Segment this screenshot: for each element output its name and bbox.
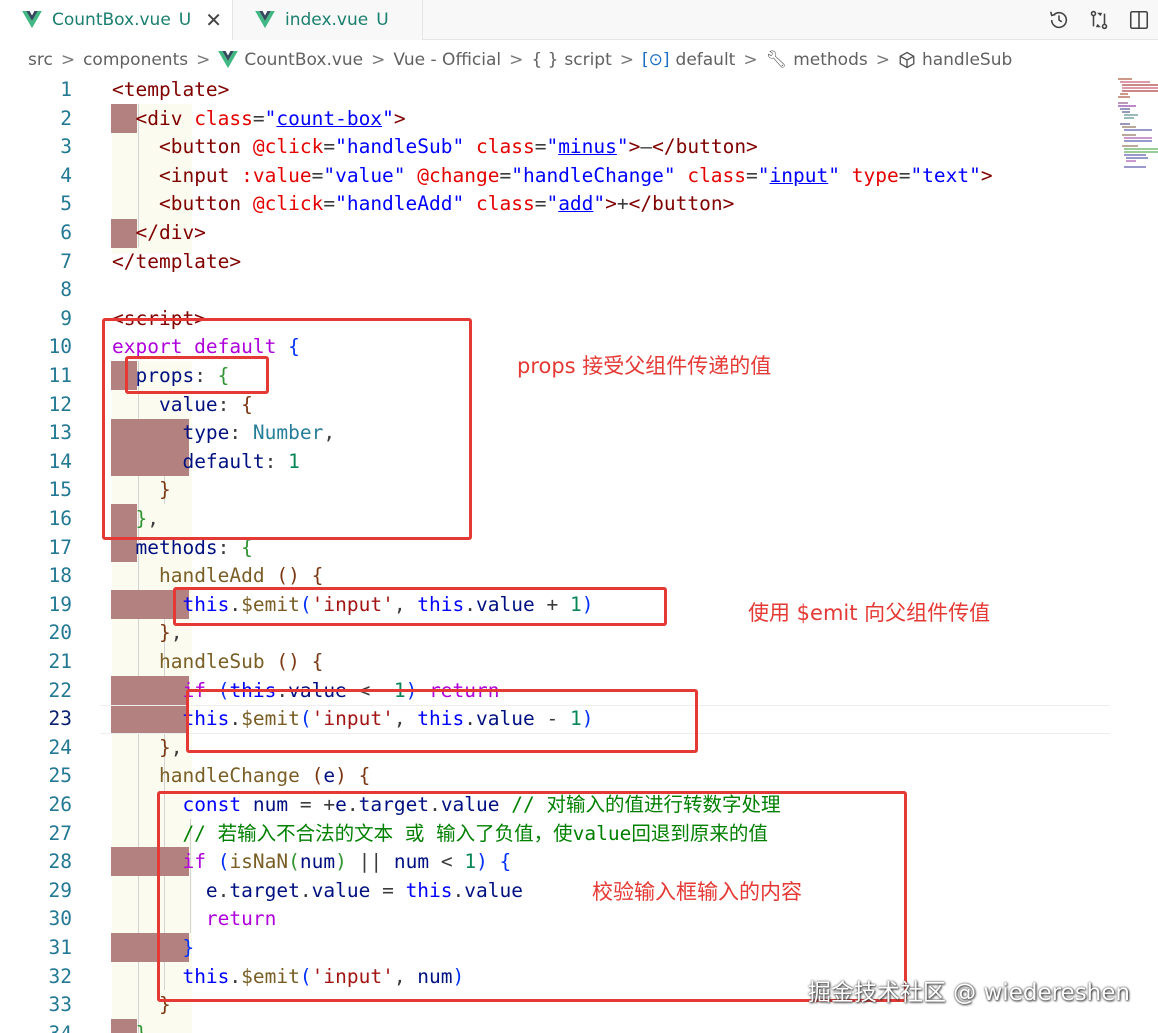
variable-icon: [⊙] [642, 50, 670, 70]
vue-file-icon [22, 11, 42, 29]
tab-label: index.vue [285, 10, 369, 30]
code-text: </template> [112, 249, 242, 273]
emit-add-annotation-box [173, 587, 667, 626]
code-line[interactable]: <input :value="value" @change="handleCha… [0, 162, 1158, 191]
untracked-status-badge: U [376, 10, 389, 30]
props-keyword-box [125, 356, 269, 394]
code-line[interactable]: </template> [0, 248, 1158, 277]
code-text: <button @click="handleSub" class="minus"… [158, 135, 758, 159]
code-text: </div> [135, 221, 206, 244]
braces-icon: { } [531, 50, 559, 70]
breadcrumb-separator: > [60, 50, 76, 70]
cube-method-icon [899, 51, 915, 69]
props-note: props 接受父组件传递的值 [517, 354, 772, 378]
history-icon[interactable] [1048, 9, 1070, 31]
code-line[interactable] [0, 276, 1158, 305]
code-line[interactable]: <button @click="handleSub" class="minus"… [0, 133, 1158, 162]
code-text: }, [158, 735, 183, 759]
breadcrumb-separator: > [196, 50, 211, 70]
code-line[interactable]: <button @click="handleAdd" class="add">+… [0, 190, 1158, 219]
editor-tab-bar: CountBox.vue U ✕ index.vue U [0, 0, 1158, 40]
code-text: handleSub () { [158, 650, 324, 673]
code-line[interactable]: </div> [0, 219, 1158, 248]
breadcrumb-item-script[interactable]: script [564, 50, 611, 70]
vue-file-icon [218, 51, 239, 69]
code-line[interactable]: <template> [0, 76, 1158, 105]
emit-note: 使用 $emit 向父组件传值 [748, 601, 991, 625]
code-text: <button @click="handleAdd" class="add">+… [158, 192, 735, 216]
compare-changes-icon[interactable] [1088, 9, 1110, 31]
breadcrumb-separator: > [371, 50, 386, 70]
breadcrumb-item-methods[interactable]: methods [793, 50, 868, 70]
breadcrumb-item-file[interactable]: CountBox.vue [244, 50, 363, 70]
breadcrumb-separator: > [509, 50, 524, 70]
code-text: <div class="count-box"> [135, 106, 406, 130]
breadcrumb-item-language[interactable]: Vue - Official [393, 50, 501, 70]
tab-countbox-vue[interactable]: CountBox.vue U ✕ [0, 0, 233, 40]
breadcrumb-separator: > [743, 50, 758, 70]
breadcrumb-separator: > [619, 50, 635, 70]
breadcrumb-item-src[interactable]: src [28, 50, 53, 70]
props-annotation-box [102, 318, 472, 540]
tab-label: CountBox.vue [52, 10, 171, 30]
code-text: <template> [112, 78, 230, 101]
code-text: <input :value="value" @change="handleCha… [158, 163, 993, 187]
code-line[interactable]: handleChange (e) { [0, 762, 1158, 791]
untracked-status-badge: U [178, 10, 192, 30]
breadcrumb-item-default[interactable]: default [676, 50, 736, 70]
validate-note: 校验输入框输入的内容 [592, 880, 802, 904]
code-line[interactable]: <div class="count-box"> [0, 105, 1158, 134]
editor-actions [1048, 0, 1158, 40]
tab-index-vue[interactable]: index.vue U [233, 0, 423, 40]
minimap[interactable] [1118, 76, 1158, 206]
breadcrumb-item-handlesub[interactable]: handleSub [922, 50, 1012, 70]
code-text: handleChange (e) { [158, 764, 371, 788]
breadcrumb-item-components[interactable]: components [83, 50, 188, 70]
breadcrumb-separator: > [875, 50, 890, 70]
emit-sub-annotation-box [186, 689, 698, 753]
wrench-icon: 🔧︎ [765, 50, 788, 70]
watermark: 掘金技术社区 @ wiedereshen [807, 980, 1130, 1006]
code-line[interactable]: } [0, 1020, 1158, 1033]
vue-file-icon [255, 11, 275, 29]
code-text: }, [158, 621, 183, 645]
close-tab-icon[interactable]: ✕ [205, 8, 222, 32]
code-text: } [112, 1020, 147, 1033]
split-editor-icon[interactable] [1128, 9, 1150, 31]
breadcrumb: src > components > CountBox.vue > Vue - … [0, 44, 1158, 76]
code-line[interactable]: handleSub () { [0, 648, 1158, 677]
